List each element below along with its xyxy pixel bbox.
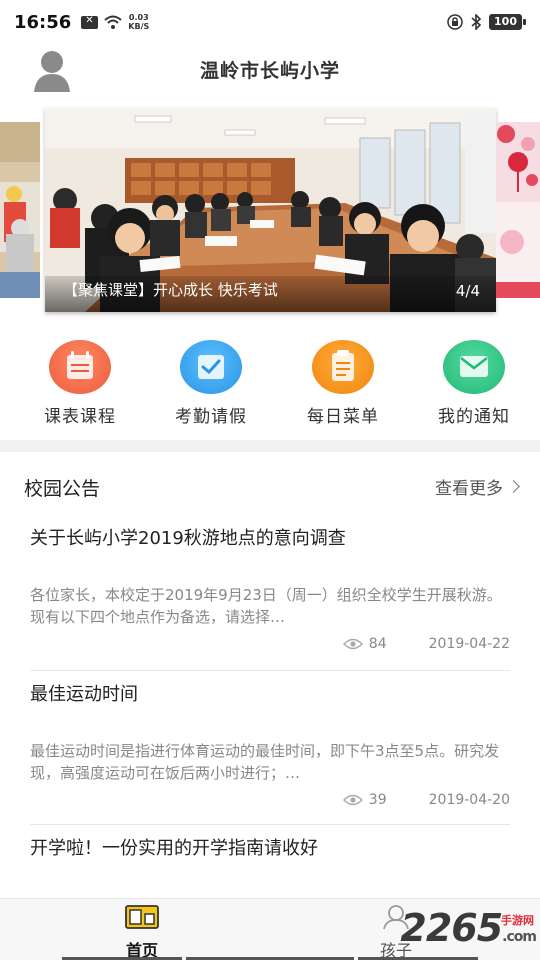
see-more-label: 查看更多 xyxy=(435,479,503,499)
action-notifications[interactable]: 我的通知 xyxy=(414,340,534,427)
view-count: 84 xyxy=(368,636,387,652)
chevron-right-icon xyxy=(507,480,520,493)
net-speed-value: 0.03 xyxy=(128,13,149,22)
nav-item-home[interactable]: 首页 xyxy=(82,903,202,960)
eye-icon xyxy=(342,638,363,650)
banner-next-slide[interactable] xyxy=(496,122,540,298)
action-schedule-label: 课表课程 xyxy=(44,407,116,427)
section-divider xyxy=(0,440,540,452)
bluetooth-icon xyxy=(471,14,482,30)
notice-item[interactable]: 最佳运动时间 最佳运动时间是指进行体育运动的最佳时间，即下午3点至5点。研究发现… xyxy=(30,680,510,808)
action-attendance-label: 考勤请假 xyxy=(175,407,247,427)
lock-rotation-icon xyxy=(447,14,463,30)
item-divider xyxy=(30,670,510,671)
action-schedule[interactable]: 课表课程 xyxy=(20,340,140,427)
menu-icon xyxy=(312,340,374,394)
notice-date: 2019-04-22 xyxy=(428,636,510,652)
banner-carousel[interactable]: 【聚焦课堂】开心成长 快乐考试 4/4 xyxy=(0,106,540,312)
notice-section-title: 校园公告 xyxy=(24,478,101,500)
status-bar: 16:56 0.03 KB/S 100 xyxy=(0,0,540,44)
action-notifications-label: 我的通知 xyxy=(438,407,510,427)
battery-tip xyxy=(523,19,526,25)
notice-date: 2019-04-20 xyxy=(428,792,510,808)
notice-header: 校园公告 查看更多 xyxy=(0,452,540,516)
status-right-icons: 100 xyxy=(447,14,526,30)
see-more-link[interactable]: 查看更多 xyxy=(435,474,520,499)
notice-item-title: 关于长屿小学2019秋游地点的意向调查 xyxy=(30,528,346,549)
banner-main-slide[interactable]: 【聚焦课堂】开心成长 快乐考试 4/4 xyxy=(45,108,496,312)
eye-icon xyxy=(342,794,363,806)
watermark-suffix: .com xyxy=(502,929,537,945)
notice-item-title: 最佳运动时间 xyxy=(30,684,138,705)
app-header: 温岭市长屿小学 xyxy=(0,44,540,96)
status-left-icons: 0.03 KB/S xyxy=(81,13,149,31)
notice-item-meta: 39 2019-04-20 xyxy=(30,792,510,808)
status-time: 16:56 xyxy=(14,11,72,33)
battery-icon: 100 xyxy=(489,14,526,30)
view-count: 39 xyxy=(368,792,387,808)
action-attendance[interactable]: 考勤请假 xyxy=(151,340,271,427)
banner-counter: 4/4 xyxy=(455,282,480,300)
net-speed-unit: KB/S xyxy=(128,22,150,31)
banner-prev-slide[interactable] xyxy=(0,122,40,298)
notice-item-title: 开学啦！一份实用的开学指南请收好 xyxy=(30,838,318,859)
notice-item-summary: 最佳运动时间是指进行体育运动的最佳时间，即下午3点至5点。研究发现，高强度运动可… xyxy=(30,742,500,782)
net-speed: 0.03 KB/S xyxy=(128,13,149,31)
notice-section: 校园公告 查看更多 关于长屿小学2019秋游地点的意向调查 各位家长，本校定于2… xyxy=(0,452,540,898)
watermark-site-name: 手游网 xyxy=(501,914,534,927)
attendance-icon xyxy=(180,340,242,394)
notice-item-meta: 84 2019-04-22 xyxy=(30,636,510,652)
wifi-icon xyxy=(104,15,122,29)
quick-actions: 课表课程 考勤请假 每日菜单 我的通知 xyxy=(0,340,540,432)
banner-caption: 【聚焦课堂】开心成长 快乐考试 xyxy=(63,281,278,299)
notice-item-summary: 各位家长，本校定于2019年9月23日（周一）组织全校学生开展秋游。现有以下四个… xyxy=(30,586,502,626)
watermark-number: 2265 xyxy=(400,906,503,950)
action-menu[interactable]: 每日菜单 xyxy=(283,340,403,427)
mail-icon xyxy=(443,340,505,394)
message-icon xyxy=(81,15,99,29)
battery-level: 100 xyxy=(489,14,522,30)
action-menu-label: 每日菜单 xyxy=(307,407,379,427)
page-title: 温岭市长屿小学 xyxy=(199,60,340,82)
home-icon xyxy=(125,905,159,929)
schedule-icon xyxy=(49,340,111,394)
item-divider xyxy=(30,824,510,825)
notice-item[interactable]: 开学啦！一份实用的开学指南请收好 xyxy=(30,834,510,860)
notice-item[interactable]: 关于长屿小学2019秋游地点的意向调查 各位家长，本校定于2019年9月23日（… xyxy=(30,524,510,652)
